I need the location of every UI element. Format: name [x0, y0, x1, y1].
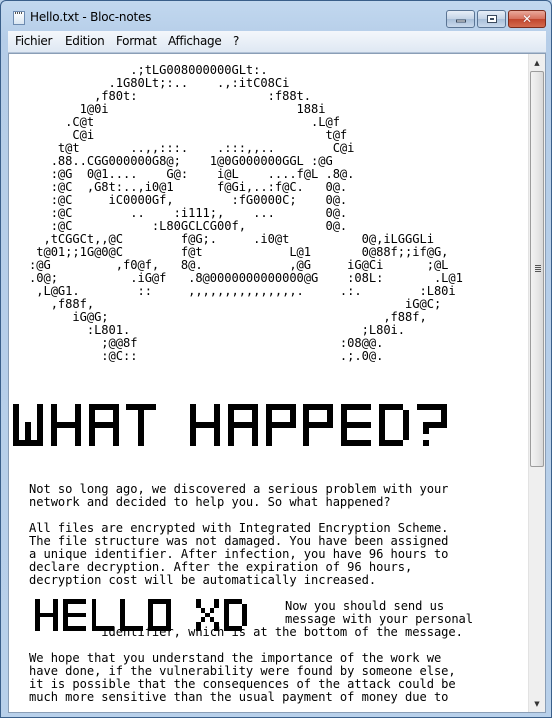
minimize-icon — [455, 19, 466, 23]
notepad-icon — [13, 11, 25, 25]
letter-pixel — [397, 440, 403, 446]
letter-pixel — [214, 603, 219, 608]
letter-pixel — [37, 440, 43, 446]
scroll-up-button[interactable]: ▲ — [529, 54, 545, 71]
letter-pixel — [251, 440, 258, 446]
arrow-down-icon: ▼ — [534, 699, 540, 708]
letter-pixel — [365, 422, 372, 428]
maximize-button[interactable] — [477, 10, 506, 28]
maximize-icon — [486, 15, 497, 23]
letter-pixel — [440, 422, 447, 428]
paragraph-instructions: Now you should send us message with your… — [285, 599, 474, 626]
letter-pixel — [88, 440, 95, 446]
scroll-thumb[interactable] — [530, 71, 544, 467]
menu-format[interactable]: Format — [116, 34, 157, 48]
letter-pixel — [81, 599, 86, 604]
letter-pixel — [365, 404, 372, 410]
letter-pixel — [81, 612, 86, 617]
menu-bar: Fichier Edition Format Affichage ? — [8, 31, 546, 53]
scroll-down-button[interactable]: ▼ — [529, 695, 545, 712]
close-icon: ✕ — [521, 12, 533, 26]
letter-pixel — [50, 440, 57, 446]
letter-pixel — [422, 428, 429, 434]
letter-pixel — [190, 440, 196, 446]
title-bar[interactable]: Hello.txt - Bloc-notes ✕ — [1, 1, 551, 31]
paragraph-intro: Not so long ago, we discovered a serious… — [29, 482, 449, 509]
letter-pixel — [422, 440, 429, 446]
letter-pixel — [150, 404, 157, 410]
vertical-scrollbar[interactable]: ▲ ▼ — [528, 54, 545, 712]
letter-pixel — [209, 608, 215, 613]
paragraph-encryption: All files are encrypted with Integrated … — [29, 521, 449, 587]
minimize-button[interactable] — [446, 10, 475, 28]
letter-pixel — [265, 440, 272, 446]
text-editor[interactable]: .;tLG008000000GLt:. .1G80Lt;:.. .,:itC08… — [8, 53, 546, 713]
menu-edition[interactable]: Edition — [65, 34, 105, 48]
letter-pixel — [112, 440, 119, 446]
paragraph-instructions-tail: identifier, which is at the bottom of th… — [29, 625, 463, 639]
notepad-window: Hello.txt - Bloc-notes ✕ Fichier Edition… — [0, 0, 552, 718]
letter-pixel — [227, 440, 234, 446]
skull-ascii-art: .;tLG008000000GLt:. .1G80Lt;:.. .,:itC08… — [29, 63, 463, 363]
letter-pixel — [403, 434, 409, 440]
menu-fichier[interactable]: Fichier — [15, 34, 52, 48]
letter-pixel — [138, 440, 145, 446]
paragraph-importance: We hope that you understand the importan… — [29, 651, 456, 704]
menu-affichage[interactable]: Affichage — [168, 34, 222, 48]
arrow-up-icon: ▲ — [534, 58, 540, 67]
letter-pixel — [214, 440, 220, 446]
letter-pixel — [303, 440, 310, 446]
letter-pixel — [327, 422, 334, 428]
letter-pixel — [365, 440, 372, 446]
window-title: Hello.txt - Bloc-notes — [30, 10, 152, 24]
letter-pixel — [74, 440, 81, 446]
letter-pixel — [289, 422, 296, 428]
grip-icon — [535, 265, 541, 272]
close-button[interactable]: ✕ — [508, 10, 546, 28]
menu-help[interactable]: ? — [233, 34, 239, 48]
letter-pixel — [200, 617, 206, 622]
